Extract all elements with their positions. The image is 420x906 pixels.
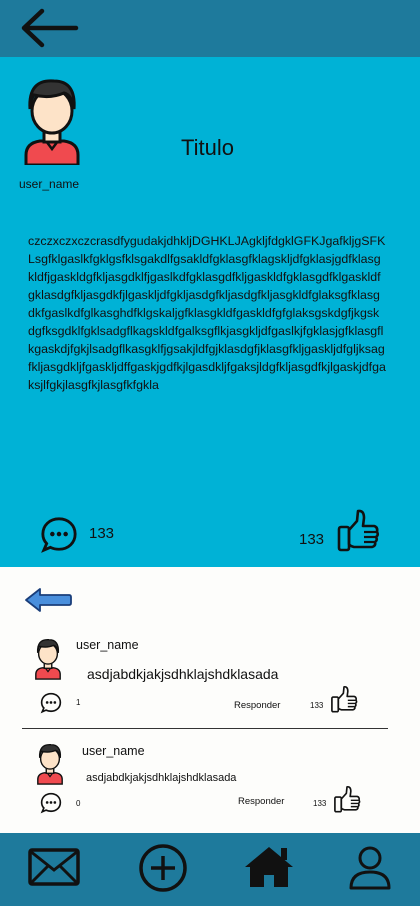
post-card: user_name Titulo czczxczxczcrasdfygudakj… <box>0 57 420 567</box>
comment-reply-icon[interactable] <box>40 692 62 714</box>
comment-like-count: 133 <box>313 799 327 808</box>
comment-text: asdjabdkjakjsdhklajshdklasada <box>87 666 279 682</box>
post-like-count: 133 <box>299 531 325 548</box>
back-button[interactable] <box>18 6 80 50</box>
thumbs-up-icon[interactable] <box>336 508 380 552</box>
post-author: user_name <box>19 177 80 191</box>
post-comment-count: 133 <box>89 525 115 542</box>
comment-reply-count: 1 <box>76 698 81 707</box>
post-title: Titulo <box>181 135 234 160</box>
comment-author: user_name <box>76 638 139 652</box>
comment-author: user_name <box>82 744 145 758</box>
comment-text: asdjabdkjakjsdhklajshdklasada <box>86 772 237 784</box>
top-bar <box>0 0 420 57</box>
arrow-left-icon <box>21 8 79 48</box>
comment-reply-count: 0 <box>76 799 81 808</box>
post-body: czczxczxczcrasdfygudakjdhkljDGHKLJAgkljf… <box>28 234 386 392</box>
comment-avatar-icon <box>35 741 65 785</box>
thumbs-up-icon[interactable] <box>330 685 358 713</box>
reply-button[interactable]: Responder <box>238 796 284 807</box>
home-icon[interactable] <box>243 843 295 889</box>
comment-avatar-icon <box>33 636 63 680</box>
reply-button[interactable]: Responder <box>234 700 280 711</box>
divider <box>22 728 388 729</box>
add-circle-icon[interactable] <box>137 842 189 894</box>
comment-like-count: 133 <box>310 701 324 710</box>
mail-icon[interactable] <box>27 847 81 887</box>
profile-icon[interactable] <box>347 844 393 892</box>
comments-section: user_name asdjabdkjakjsdhklajshdklasada … <box>0 567 420 833</box>
thumbs-up-icon[interactable] <box>333 785 361 813</box>
collapse-comments-arrow-icon[interactable] <box>24 587 72 613</box>
bottom-nav <box>0 833 420 906</box>
user-avatar-icon <box>20 75 84 165</box>
comment-icon[interactable] <box>40 516 78 554</box>
comment-reply-icon[interactable] <box>40 792 62 814</box>
